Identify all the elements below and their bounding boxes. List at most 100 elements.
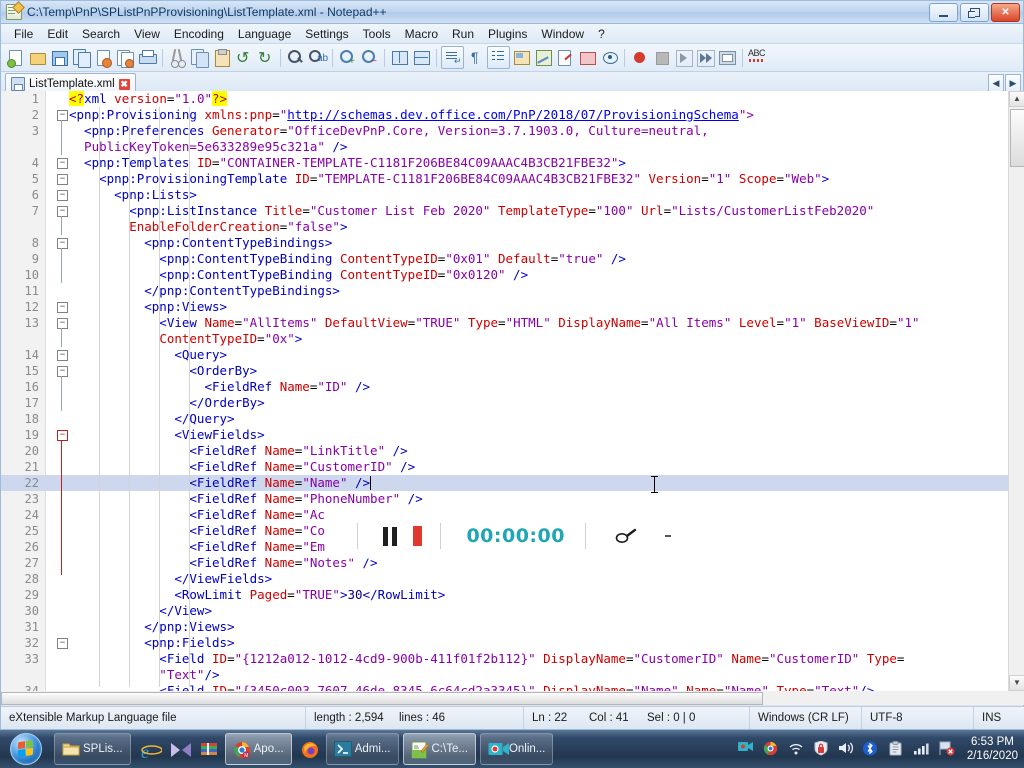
fold-marker[interactable]: − — [57, 366, 68, 377]
fold-marker[interactable]: − — [57, 318, 68, 329]
new-file-icon[interactable] — [5, 47, 26, 68]
restore-button[interactable] — [960, 3, 989, 22]
menu-[interactable]: ? — [591, 26, 612, 42]
menu-view[interactable]: View — [127, 26, 167, 42]
scroll-up-button[interactable]: ▲ — [1009, 91, 1024, 107]
menu-plugins[interactable]: Plugins — [481, 26, 534, 42]
fold-marker[interactable]: − — [57, 110, 68, 121]
print-icon[interactable] — [137, 47, 158, 68]
code-line[interactable]: <pnp:Views> — [69, 299, 227, 315]
code-editor[interactable]: 1 <?xml version="1.0"?> 2 <pnp:Provisioning… — [1, 91, 1024, 705]
open-file-icon[interactable] — [27, 47, 48, 68]
minimize-button[interactable] — [929, 3, 958, 22]
cut-icon[interactable] — [167, 47, 188, 68]
code-line[interactable]: <Field ID="{1212a012-1012-4cd9-900b-411f… — [69, 651, 904, 667]
function-list-icon[interactable] — [555, 47, 576, 68]
vertical-scroll-thumb[interactable] — [1010, 109, 1024, 167]
signal-tray-icon[interactable] — [913, 741, 929, 757]
taskbar-item-firefox[interactable] — [296, 733, 322, 765]
word-wrap-icon[interactable]: ↵ — [441, 46, 464, 69]
clipboard-tray-icon[interactable] — [888, 741, 904, 757]
code-line[interactable]: <RowLimit Paged="TRUE">30</RowLimit> — [69, 587, 445, 603]
replace-icon[interactable]: ab — [307, 47, 328, 68]
code-line[interactable]: <FieldRef Name="Em — [69, 539, 324, 555]
document-switcher-icon[interactable] — [599, 47, 620, 68]
save-macro-icon[interactable] — [717, 47, 738, 68]
indent-guide-icon[interactable] — [487, 46, 510, 69]
horizontal-scrollbar[interactable] — [1, 691, 1009, 705]
code-line[interactable]: <FieldRef Name="CustomerID" /> — [69, 459, 415, 475]
code-line[interactable]: <FieldRef Name="Co — [69, 523, 324, 539]
code-line[interactable]: <pnp:Fields> — [69, 635, 234, 651]
folder-as-workspace-icon[interactable] — [577, 47, 598, 68]
chrome-tray-icon[interactable] — [763, 741, 779, 757]
annotation-pen-icon[interactable] — [615, 525, 639, 548]
volume-tray-icon[interactable] — [838, 741, 854, 757]
document-map-icon[interactable] — [533, 47, 554, 68]
code-line[interactable]: <pnp:Templates ID="CONTAINER-TEMPLATE-C1… — [69, 155, 626, 171]
code-line[interactable]: EnableFolderCreation="false"> — [69, 219, 347, 235]
code-line[interactable]: </Query> — [69, 411, 234, 427]
taskbar-item-internet-explorer[interactable]: e — [135, 733, 163, 765]
code-line[interactable]: </View> — [69, 603, 212, 619]
start-button[interactable] — [2, 732, 50, 766]
close-all-icon[interactable] — [115, 47, 136, 68]
code-line[interactable]: <FieldRef Name="Name" /> — [69, 475, 370, 491]
code-line[interactable]: <pnp:ContentTypeBinding ContentTypeID="0… — [69, 251, 626, 267]
horizontal-scroll-thumb[interactable] — [1, 692, 763, 705]
fold-marker[interactable]: − — [57, 238, 68, 249]
fold-marker[interactable]: − — [57, 206, 68, 217]
code-line[interactable]: "Text"/> — [69, 667, 219, 683]
code-line[interactable]: <OrderBy> — [69, 363, 257, 379]
close-icon[interactable]: ✖ — [118, 78, 130, 90]
taskbar-item-explorer[interactable]: SPLis... — [54, 733, 131, 765]
code-line[interactable]: <FieldRef Name="LinkTitle" /> — [69, 443, 407, 459]
stop-record-icon[interactable] — [651, 47, 672, 68]
code-line[interactable]: PublicKeyToken=5e633289e95c321a" /> — [69, 139, 347, 155]
pause-recording-button[interactable] — [383, 526, 398, 546]
taskbar-item-recorder[interactable]: Onlin... — [479, 733, 554, 765]
menu-search[interactable]: Search — [75, 26, 127, 42]
code-line[interactable]: <FieldRef Name="ID" /> — [69, 379, 370, 395]
menu-language[interactable]: Language — [231, 26, 298, 42]
action-center-icon[interactable] — [938, 741, 955, 757]
zoom-in-icon[interactable]: + — [337, 47, 358, 68]
fold-marker[interactable]: − — [57, 158, 68, 169]
code-line[interactable]: <pnp:Preferences Generator="OfficeDevPnP… — [69, 123, 709, 139]
copy-icon[interactable] — [189, 47, 210, 68]
save-all-icon[interactable] — [71, 47, 92, 68]
taskbar-item-media-player[interactable] — [165, 733, 191, 765]
save-icon[interactable] — [49, 47, 70, 68]
code-line[interactable]: </pnp:ContentTypeBindings> — [69, 283, 340, 299]
menu-edit[interactable]: Edit — [40, 26, 75, 42]
screen-recorder-toolbar[interactable]: 00:00:00 — [341, 513, 671, 559]
zoom-out-icon[interactable]: − — [359, 47, 380, 68]
close-file-icon[interactable] — [93, 47, 114, 68]
fold-marker[interactable]: − — [57, 350, 68, 361]
menu-run[interactable]: Run — [445, 26, 481, 42]
stop-recording-button[interactable] — [413, 526, 423, 546]
vertical-scrollbar[interactable]: ▲ ▼ — [1008, 91, 1024, 705]
undo-icon[interactable]: ↺ — [233, 47, 254, 68]
run-macro-multiple-icon[interactable] — [695, 47, 716, 68]
code-line[interactable]: <View Name="AllItems" DefaultView="TRUE"… — [69, 315, 919, 331]
show-all-characters-icon[interactable]: ¶ — [465, 47, 486, 68]
code-line[interactable]: <pnp:ProvisioningTemplate ID = "TEMPLATE-C… — [69, 171, 829, 187]
code-text[interactable]: 1 <?xml version="1.0"?> 2 <pnp:Provisioning… — [1, 91, 1009, 705]
code-line[interactable]: <pnp:ContentTypeBinding ContentTypeID="0… — [69, 267, 528, 283]
spell-check-icon[interactable]: ABC — [747, 47, 768, 68]
code-line[interactable]: <pnp:Lists> — [69, 187, 197, 203]
menu-window[interactable]: Window — [534, 26, 591, 42]
menu-tools[interactable]: Tools — [356, 26, 398, 42]
paste-icon[interactable] — [211, 47, 232, 68]
code-line[interactable]: <FieldRef Name="Ac — [69, 507, 324, 523]
find-icon[interactable] — [285, 47, 306, 68]
fold-marker[interactable]: − — [57, 302, 68, 313]
taskbar-item-powershell[interactable]: Admi... — [325, 733, 399, 765]
sync-horizontal-scroll-icon[interactable] — [411, 47, 432, 68]
code-line[interactable]: <FieldRef Name="Notes" /> — [69, 555, 377, 571]
fold-marker[interactable]: − — [57, 190, 68, 201]
user-defined-dialog-icon[interactable] — [511, 47, 532, 68]
code-line[interactable]: <pnp:ContentTypeBindings> — [69, 235, 332, 251]
code-line[interactable]: <?xml version="1.0"?> — [69, 91, 228, 107]
